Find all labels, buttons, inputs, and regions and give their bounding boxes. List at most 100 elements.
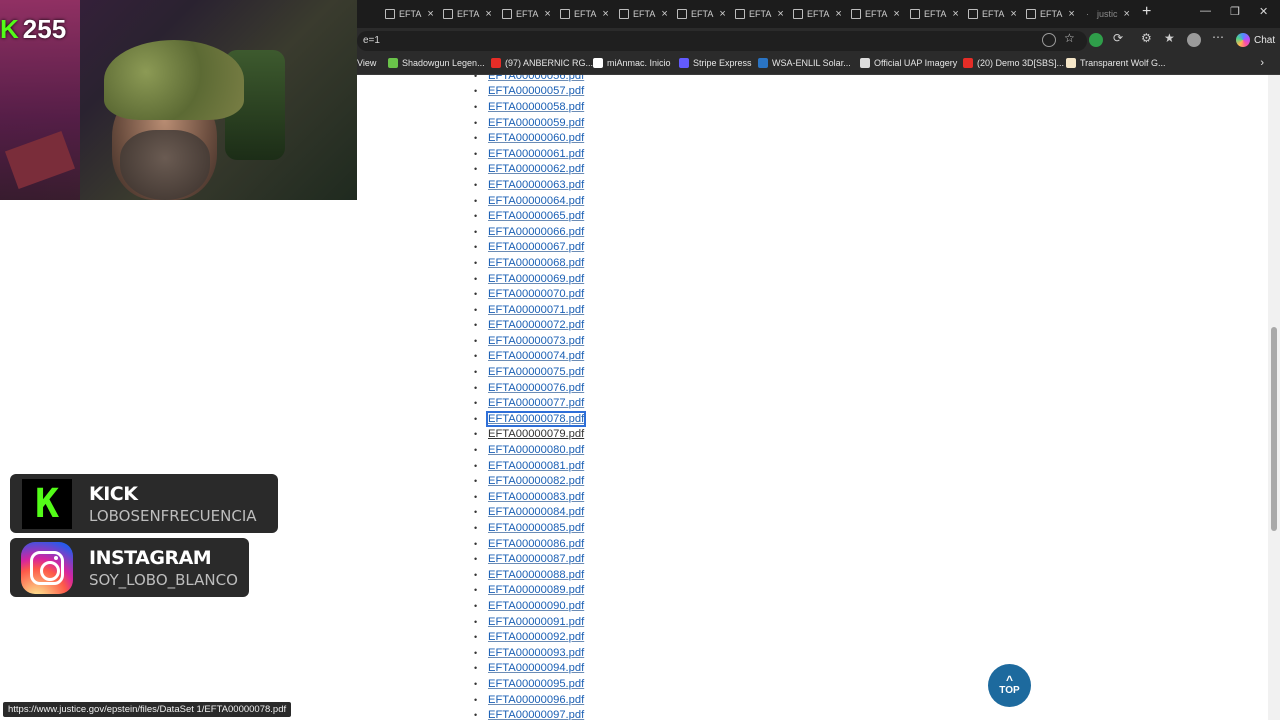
bookmark-item[interactable]: WSA-ENLIL Solar... <box>758 58 851 68</box>
bookmark-item[interactable]: miAnmac. Inicio <box>593 58 671 68</box>
browser-tab[interactable]: EFTA × <box>910 4 959 24</box>
close-tab-icon[interactable]: × <box>661 8 667 20</box>
scrollbar-thumb[interactable] <box>1271 327 1277 531</box>
document-icon <box>560 9 570 19</box>
bookmark-item[interactable]: (20) Demo 3D[SBS]... <box>963 58 1064 68</box>
pdf-file-link[interactable]: EFTA00000088.pdf <box>488 569 584 581</box>
more-menu-icon[interactable]: ⋯ <box>1212 30 1226 44</box>
scrollbar[interactable] <box>1268 75 1280 720</box>
list-item: EFTA00000091.pdf <box>474 614 584 630</box>
close-tab-icon[interactable]: × <box>602 8 608 20</box>
close-tab-icon[interactable]: × <box>952 8 958 20</box>
extension-icon[interactable] <box>1089 33 1103 47</box>
pdf-file-link[interactable]: EFTA00000058.pdf <box>488 101 584 113</box>
pdf-file-link[interactable]: EFTA00000094.pdf <box>488 662 584 674</box>
pdf-file-link[interactable]: EFTA00000089.pdf <box>488 584 584 596</box>
address-input[interactable]: e=1 <box>357 31 1087 51</box>
pdf-file-link[interactable]: EFTA00000073.pdf <box>488 335 584 347</box>
pdf-file-link[interactable]: EFTA00000081.pdf <box>488 460 584 472</box>
pdf-file-link[interactable]: EFTA00000064.pdf <box>488 195 584 207</box>
pdf-file-link[interactable]: EFTA00000056.pdf <box>488 75 584 82</box>
browser-tab[interactable]: EFTA × <box>1026 4 1075 24</box>
pdf-file-link[interactable]: EFTA00000070.pdf <box>488 288 584 300</box>
minimize-button[interactable]: — <box>1200 5 1211 17</box>
pdf-file-link[interactable]: EFTA00000071.pdf <box>488 304 584 316</box>
browser-tab[interactable]: EFTA × <box>735 4 784 24</box>
browser-tab[interactable]: EFTA × <box>793 4 842 24</box>
favorites-icon[interactable]: ★ <box>1164 31 1178 45</box>
pdf-file-link[interactable]: EFTA00000067.pdf <box>488 241 584 253</box>
browser-tab[interactable]: EFTA × <box>385 4 434 24</box>
pdf-file-link[interactable]: EFTA00000061.pdf <box>488 148 584 160</box>
pdf-file-link[interactable]: EFTA00000090.pdf <box>488 600 584 612</box>
pdf-file-link[interactable]: EFTA00000069.pdf <box>488 273 584 285</box>
bookmark-item[interactable]: (97) ANBERNIC RG... <box>491 58 593 68</box>
pdf-file-link[interactable]: EFTA00000095.pdf <box>488 678 584 690</box>
pdf-file-link[interactable]: EFTA00000060.pdf <box>488 132 584 144</box>
pdf-file-link[interactable]: EFTA00000059.pdf <box>488 117 584 129</box>
pdf-file-link[interactable]: EFTA00000096.pdf <box>488 694 584 706</box>
bookmark-item[interactable]: Official UAP Imagery <box>860 58 957 68</box>
pdf-file-link[interactable]: EFTA00000072.pdf <box>488 319 584 331</box>
kick-banner: K KICK LOBOSENFRECUENCIA <box>10 474 278 533</box>
close-tab-icon[interactable]: × <box>835 8 841 20</box>
browser-tab[interactable]: EFTA × <box>851 4 900 24</box>
close-tab-icon[interactable]: × <box>1068 8 1074 20</box>
pdf-file-link[interactable]: EFTA00000063.pdf <box>488 179 584 191</box>
close-tab-icon[interactable]: × <box>719 8 725 20</box>
bookmarks-overflow-icon[interactable]: › <box>1260 57 1264 69</box>
chat-button[interactable]: Chat <box>1236 33 1275 47</box>
pdf-file-link[interactable]: EFTA00000062.pdf <box>488 163 584 175</box>
pdf-file-link[interactable]: EFTA00000076.pdf <box>488 382 584 394</box>
close-tab-icon[interactable]: × <box>485 8 491 20</box>
list-item: EFTA00000085.pdf <box>474 520 584 536</box>
favorite-star-icon[interactable]: ☆ <box>1064 31 1078 45</box>
extensions-puzzle-icon[interactable]: ⚙ <box>1141 31 1155 45</box>
pdf-file-link[interactable]: EFTA00000057.pdf <box>488 85 584 97</box>
profile-avatar-icon[interactable] <box>1187 33 1201 47</box>
pdf-file-link[interactable]: EFTA00000085.pdf <box>488 522 584 534</box>
pdf-file-link[interactable]: EFTA00000091.pdf <box>488 616 584 628</box>
back-to-top-button[interactable]: ^ TOP <box>988 664 1031 707</box>
bookmark-item[interactable]: Transparent Wolf G... <box>1066 58 1166 68</box>
bookmark-favicon-icon <box>679 58 689 68</box>
close-tab-icon[interactable]: × <box>427 8 433 20</box>
pdf-file-link[interactable]: EFTA00000068.pdf <box>488 257 584 269</box>
close-window-button[interactable]: ✕ <box>1259 5 1268 18</box>
browser-tab[interactable]: EFTA × <box>560 4 609 24</box>
pdf-file-link[interactable]: EFTA00000078.pdf <box>485 410 587 427</box>
pdf-file-link[interactable]: EFTA00000066.pdf <box>488 226 584 238</box>
close-tab-icon[interactable]: × <box>777 8 783 20</box>
pdf-file-link[interactable]: EFTA00000092.pdf <box>488 631 584 643</box>
bookmark-item[interactable]: Stripe Express <box>679 58 752 68</box>
pdf-file-link[interactable]: EFTA00000079.pdf <box>488 428 584 440</box>
pdf-file-link[interactable]: EFTA00000086.pdf <box>488 538 584 550</box>
browser-tab[interactable]: EFTA × <box>443 4 492 24</box>
browser-tab[interactable]: EFTA × <box>968 4 1017 24</box>
close-tab-icon[interactable]: × <box>1010 8 1016 20</box>
close-tab-icon[interactable]: × <box>893 8 899 20</box>
pdf-file-link[interactable]: EFTA00000082.pdf <box>488 475 584 487</box>
pdf-file-link[interactable]: EFTA00000087.pdf <box>488 553 584 565</box>
pdf-file-link[interactable]: EFTA00000074.pdf <box>488 350 584 362</box>
pdf-file-link[interactable]: EFTA00000097.pdf <box>488 709 584 720</box>
browser-tab[interactable]: EFTA × <box>619 4 668 24</box>
pdf-file-link[interactable]: EFTA00000083.pdf <box>488 491 584 503</box>
refresh-extension-icon[interactable]: ⟳ <box>1113 31 1127 45</box>
bookmark-item[interactable]: View <box>357 58 376 68</box>
new-tab-button[interactable]: + <box>1142 3 1151 21</box>
pdf-file-link[interactable]: EFTA00000080.pdf <box>488 444 584 456</box>
close-tab-icon[interactable]: × <box>544 8 550 20</box>
pdf-file-link[interactable]: EFTA00000093.pdf <box>488 647 584 659</box>
bookmark-item[interactable]: Shadowgun Legen... <box>388 58 485 68</box>
pdf-file-link[interactable]: EFTA00000077.pdf <box>488 397 584 409</box>
browser-tab-active[interactable]: · justic × <box>1086 4 1130 24</box>
browser-tab[interactable]: EFTA × <box>677 4 726 24</box>
browser-tab[interactable]: EFTA × <box>502 4 551 24</box>
pdf-file-link[interactable]: EFTA00000084.pdf <box>488 506 584 518</box>
reader-icon[interactable] <box>1042 33 1056 47</box>
restore-button[interactable]: ❐ <box>1230 5 1240 18</box>
pdf-file-link[interactable]: EFTA00000075.pdf <box>488 366 584 378</box>
close-tab-icon[interactable]: × <box>1124 8 1130 20</box>
pdf-file-link[interactable]: EFTA00000065.pdf <box>488 210 584 222</box>
